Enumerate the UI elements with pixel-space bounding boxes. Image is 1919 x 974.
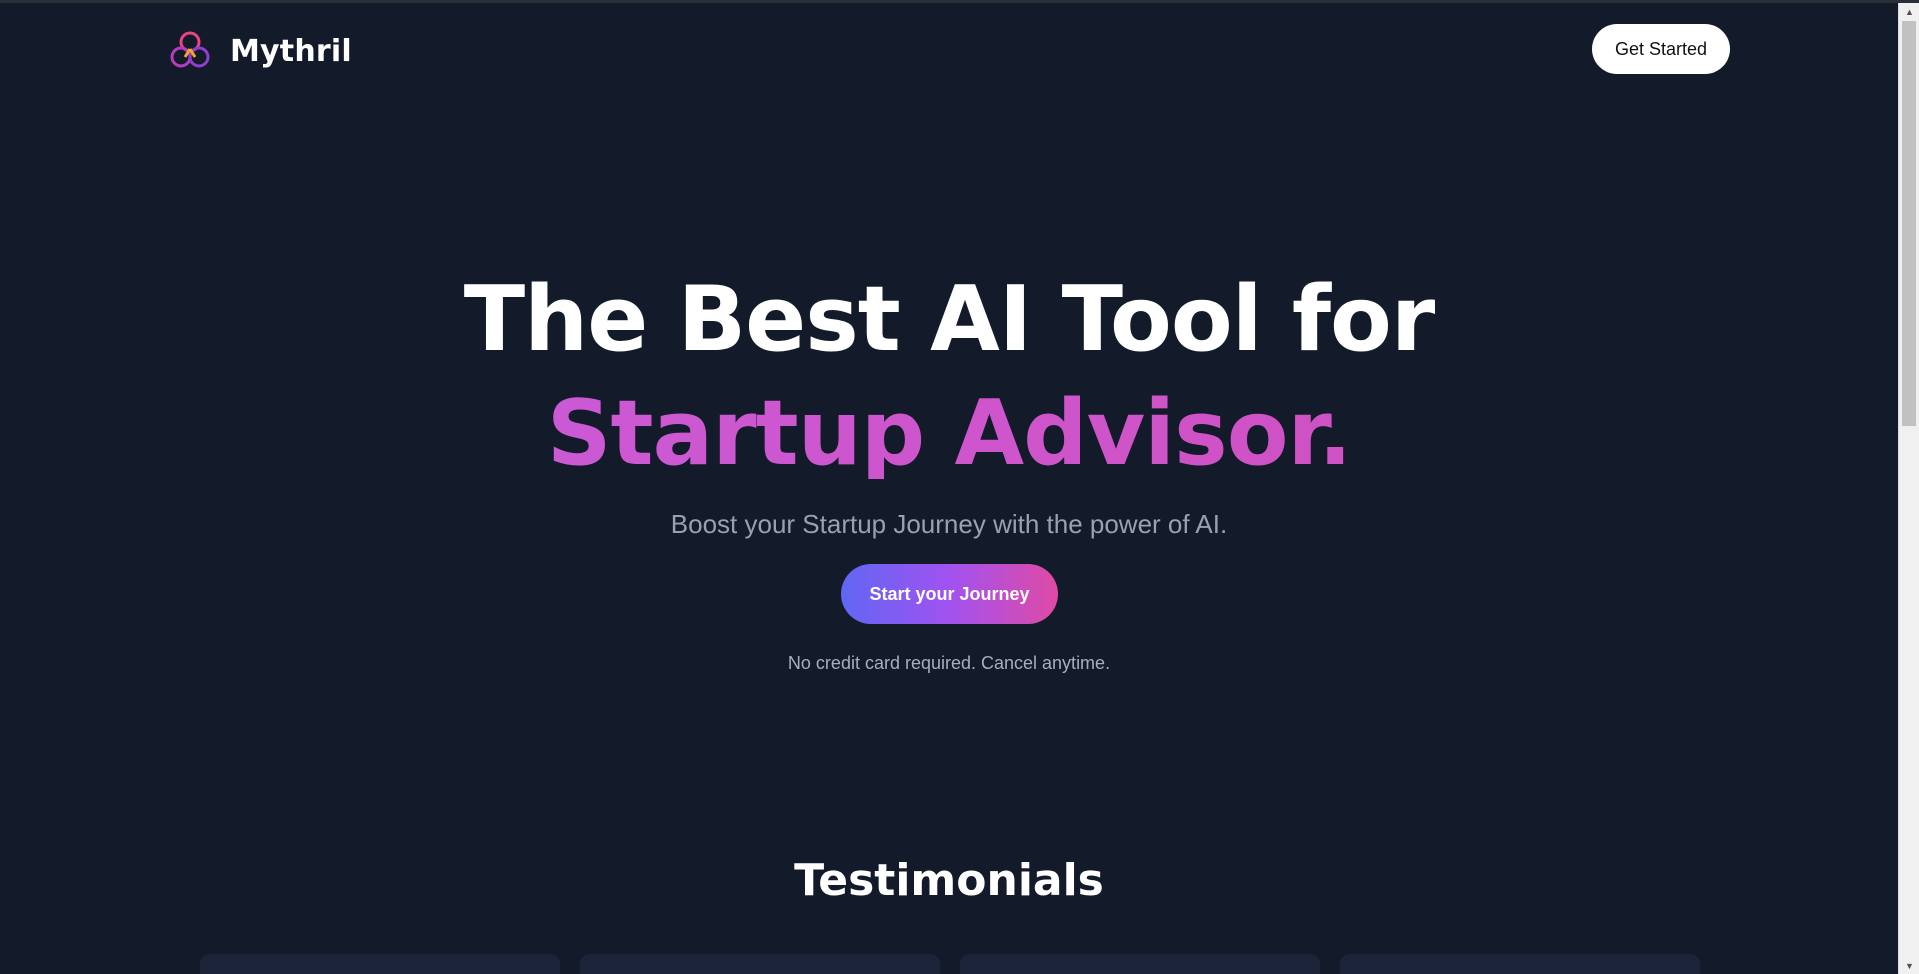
hero-title-line1: The Best AI Tool for xyxy=(463,267,1436,372)
hero-title-line2: Startup Advisor. xyxy=(0,389,1898,479)
vertical-scrollbar[interactable]: ▲ ▼ xyxy=(1898,3,1919,974)
testimonial-card xyxy=(960,954,1320,974)
testimonial-card xyxy=(200,954,560,974)
scroll-thumb[interactable] xyxy=(1902,21,1916,426)
scroll-up-arrow-icon[interactable]: ▲ xyxy=(1899,3,1919,20)
scroll-down-arrow-icon[interactable]: ▼ xyxy=(1899,957,1919,974)
triple-ring-logo-icon xyxy=(170,31,210,68)
start-journey-button[interactable]: Start your Journey xyxy=(841,564,1058,624)
testimonials-title: Testimonials xyxy=(794,855,1104,906)
hero-subtitle: Boost your Startup Journey with the powe… xyxy=(670,509,1228,539)
brand-name: Mythril xyxy=(230,33,352,69)
brand[interactable]: Mythril xyxy=(168,29,352,73)
no-credit-card-note: No credit card required. Cancel anytime. xyxy=(787,653,1111,673)
testimonial-card xyxy=(580,954,940,974)
landing-page: Mythril Get Started The Best AI Tool for… xyxy=(0,3,1898,974)
get-started-button[interactable]: Get Started xyxy=(1592,24,1730,74)
testimonial-card xyxy=(1340,954,1700,974)
